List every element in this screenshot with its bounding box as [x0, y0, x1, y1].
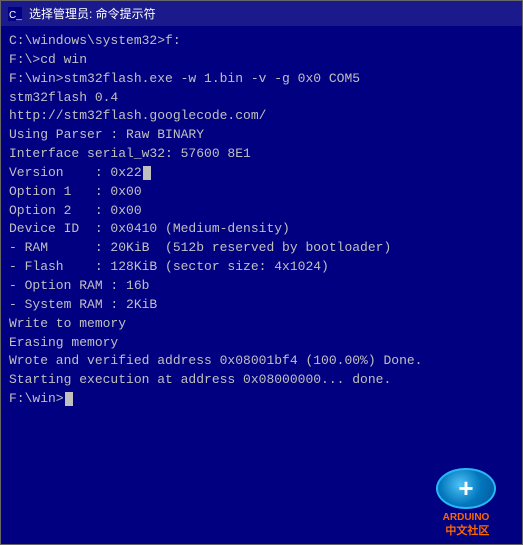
terminal-line: - Option RAM : 16b	[9, 277, 514, 296]
terminal-line: Erasing memory	[9, 334, 514, 353]
cmd-window: C_ 选择管理员: 命令提示符 C:\windows\system32>f:F:…	[0, 0, 523, 545]
terminal-line: - System RAM : 2KiB	[9, 296, 514, 315]
terminal-line: Option 1 : 0x00	[9, 183, 514, 202]
terminal-line: Interface serial_w32: 57600 8E1	[9, 145, 514, 164]
title-bar: C_ 选择管理员: 命令提示符	[1, 1, 522, 26]
terminal-line: - Flash : 128KiB (sector size: 4x1024)	[9, 258, 514, 277]
terminal-line: stm32flash 0.4	[9, 89, 514, 108]
cmd-icon: C_	[7, 6, 23, 22]
terminal-area[interactable]: C:\windows\system32>f:F:\>cd winF:\win>s…	[1, 26, 522, 544]
arduino-label: ARDUINO 中文社区	[443, 511, 490, 538]
terminal-line: Device ID : 0x0410 (Medium-density)	[9, 220, 514, 239]
terminal-line: Starting execution at address 0x08000000…	[9, 371, 514, 390]
terminal-line: Option 2 : 0x00	[9, 202, 514, 221]
terminal-line: Using Parser : Raw BINARY	[9, 126, 514, 145]
terminal-line: Write to memory	[9, 315, 514, 334]
window-title: 选择管理员: 命令提示符	[29, 5, 516, 22]
terminal-cursor	[65, 392, 73, 406]
arduino-logo: ARDUINO 中文社区	[416, 468, 516, 538]
arduino-circle-icon	[436, 468, 496, 510]
terminal-line: F:\>cd win	[9, 51, 514, 70]
terminal-line: C:\windows\system32>f:	[9, 32, 514, 51]
terminal-line: F:\win>stm32flash.exe -w 1.bin -v -g 0x0…	[9, 70, 514, 89]
terminal-cursor-mid	[143, 166, 151, 180]
terminal-output: C:\windows\system32>f:F:\>cd winF:\win>s…	[9, 32, 514, 409]
terminal-line: http://stm32flash.googlecode.com/	[9, 107, 514, 126]
terminal-line: Wrote and verified address 0x08001bf4 (1…	[9, 352, 514, 371]
terminal-line: Version : 0x22	[9, 164, 514, 183]
svg-text:C_: C_	[9, 10, 22, 21]
terminal-line: F:\win>	[9, 390, 514, 409]
terminal-line: - RAM : 20KiB (512b reserved by bootload…	[9, 239, 514, 258]
